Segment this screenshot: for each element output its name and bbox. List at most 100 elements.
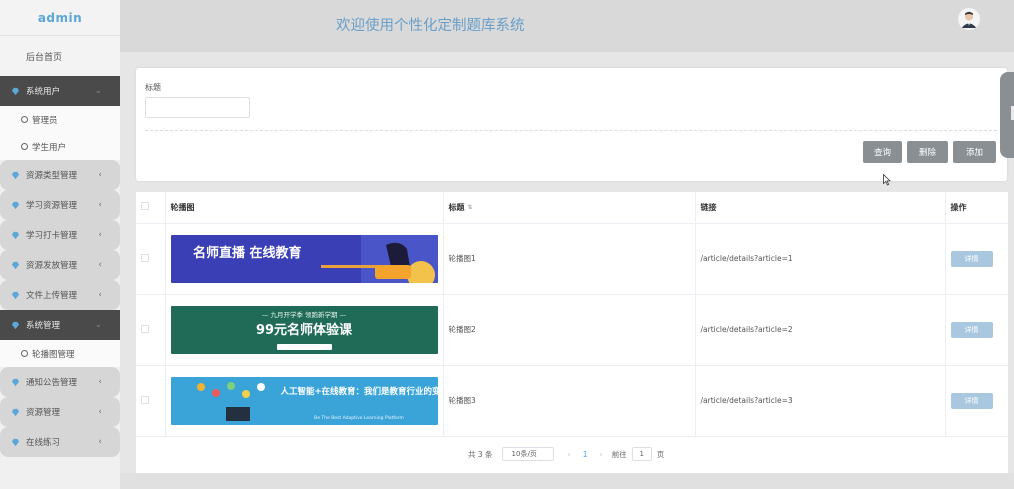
title-search-input[interactable] [145,97,250,118]
gem-icon [11,408,20,416]
gem-icon [11,201,20,209]
sidebar: admin 后台首页 系统用户 ⌄ 管理员 学生用户 资源类型管理 ‹ 学习资源… [0,0,120,489]
add-button[interactable]: 添加 [953,141,996,163]
delete-button[interactable]: 删除 [907,141,948,163]
gem-icon [11,291,20,299]
select-all-checkbox[interactable] [141,202,149,211]
sidebar-group-resource-types[interactable]: 资源类型管理 ‹ [0,160,120,190]
brand-logo: admin [0,0,120,36]
detail-button[interactable]: 详情 [950,392,993,409]
chevron-left-icon: ‹ [98,407,102,417]
column-header-image: 轮播图 [165,192,444,224]
goto-page-input[interactable]: 1 [631,447,652,461]
page-number-current[interactable]: 1 [583,450,588,459]
image-cell: 名师直播 在线教育 [165,223,444,295]
link-cell: /article/details?article=3 [695,365,946,437]
column-header-link: 链接 [695,192,946,224]
banner-text: 人工智能+在线教育：我们是教育行业的变革者 [280,386,438,397]
check-circle-icon [21,143,28,150]
sidebar-group-label: 资源管理 [26,408,61,418]
side-drawer-handle[interactable] [1000,72,1014,158]
column-header-title-label: 标题 [448,202,465,212]
banner-image: — 九月开学季 领跑新学期 — 99元名师体验课 [170,305,438,354]
sidebar-group-label: 在线练习 [26,438,61,448]
check-circle-icon [21,350,28,357]
next-page-icon[interactable]: › [600,450,603,459]
total-count: 共 3 条 [468,449,493,459]
sidebar-group-learning-resources[interactable]: 学习资源管理 ‹ [0,190,120,220]
sort-icon[interactable]: ⇅ [468,204,473,211]
search-label: 标题 [145,83,161,92]
mouse-cursor-icon [883,174,891,186]
prev-page-icon[interactable]: ‹ [568,450,571,459]
carousel-thumbnail: — 九月开学季 领跑新学期 — 99元名师体验课 [170,305,438,354]
page-suffix: 页 [656,449,665,459]
sidebar-item-students[interactable]: 学生用户 [0,133,120,160]
row-select-cell [136,223,166,295]
sidebar-group-notices[interactable]: 通知公告管理 ‹ [0,367,120,397]
row-checkbox[interactable] [141,395,149,404]
page-size-value: 10条/页 [511,450,537,458]
actions-cell: 详情 [945,294,1008,366]
chevron-left-icon: ‹ [98,200,102,210]
pagination: 共 3 条 10条/页 ‹ 1 › 前往 1 页 [468,447,664,461]
footer-bar [120,473,1014,489]
detail-button[interactable]: 详情 [950,250,993,267]
sidebar-group-checkin[interactable]: 学习打卡管理 ‹ [0,220,120,250]
page-title: 欢迎使用个性化定制题库系统 [336,18,525,34]
sidebar-group-label: 资源发放管理 [26,261,78,271]
banner-subtext: Be The Best Adaptive Learning Platform [314,415,404,421]
query-button[interactable]: 查询 [863,141,902,163]
table-row: — 九月开学季 领跑新学期 — 99元名师体验课 轮播图2 /article/d… [136,294,1008,366]
column-header-title[interactable]: 标题 ⇅ [443,192,696,224]
banner-text: 名师直播 在线教育 [193,245,302,261]
divider [145,130,997,131]
sidebar-item-label: 轮播图管理 [32,349,75,360]
sidebar-group-label: 通知公告管理 [26,378,78,388]
link-cell: /article/details?article=1 [695,223,946,295]
banner-subtext: — 九月开学季 领跑新学期 — [261,310,346,319]
sidebar-group-system-users[interactable]: 系统用户 ⌄ [0,76,120,106]
gem-icon [11,438,20,446]
row-checkbox[interactable] [141,324,149,333]
column-header-actions: 操作 [945,192,1008,224]
chevron-left-icon: ‹ [98,437,102,447]
row-checkbox[interactable] [141,253,149,262]
sidebar-item-admin[interactable]: 管理员 [0,106,120,133]
sidebar-group-distribution[interactable]: 资源发放管理 ‹ [0,250,120,280]
chevron-down-icon: ⌄ [94,86,102,96]
detail-button[interactable]: 详情 [950,321,993,338]
gem-icon [11,87,20,95]
sidebar-group-label: 系统用户 [26,87,61,97]
chevron-left-icon: ‹ [98,290,102,300]
gem-icon [11,261,20,269]
sidebar-group-system-management[interactable]: 系统管理 ⌄ [0,310,120,340]
sidebar-group-label: 文件上传管理 [26,291,78,301]
sidebar-item-carousel[interactable]: 轮播图管理 [0,340,120,367]
carousel-thumbnail: 人工智能+在线教育：我们是教育行业的变革者 Be The Best Adapti… [170,376,438,425]
actions-cell: 详情 [945,365,1008,437]
banner-text: 99元名师体验课 [255,322,352,338]
sidebar-item-home[interactable]: 后台首页 [0,36,120,76]
title-cell: 轮播图3 [443,365,696,437]
sidebar-group-resources[interactable]: 资源管理 ‹ [0,397,120,427]
link-cell: /article/details?article=2 [695,294,946,366]
data-table-panel: 轮播图 标题 ⇅ 链接 操作 名师直播 在线教育 轮播图1 /article/d… [136,192,1008,473]
sidebar-group-file-upload[interactable]: 文件上传管理 ‹ [0,280,120,310]
chevron-left-icon: ‹ [98,230,102,240]
carousel-thumbnail: 名师直播 在线教育 [170,234,438,283]
banner-image: 名师直播 在线教育 [170,234,438,283]
sidebar-group-label: 资源类型管理 [26,171,78,181]
title-cell: 轮播图1 [443,223,696,295]
sidebar-group-practice[interactable]: 在线练习 ‹ [0,427,120,457]
gem-icon [11,321,20,329]
chevron-left-icon: ‹ [98,170,102,180]
actions-cell: 详情 [945,223,1008,295]
page-size-select[interactable]: 10条/页 [501,447,554,461]
row-select-cell [136,294,166,366]
search-panel: 标题 查询 删除 添加 [136,68,1007,181]
chevron-left-icon: ‹ [98,260,102,270]
gem-icon [11,171,20,179]
gem-icon [11,231,20,239]
avatar[interactable] [958,8,980,30]
